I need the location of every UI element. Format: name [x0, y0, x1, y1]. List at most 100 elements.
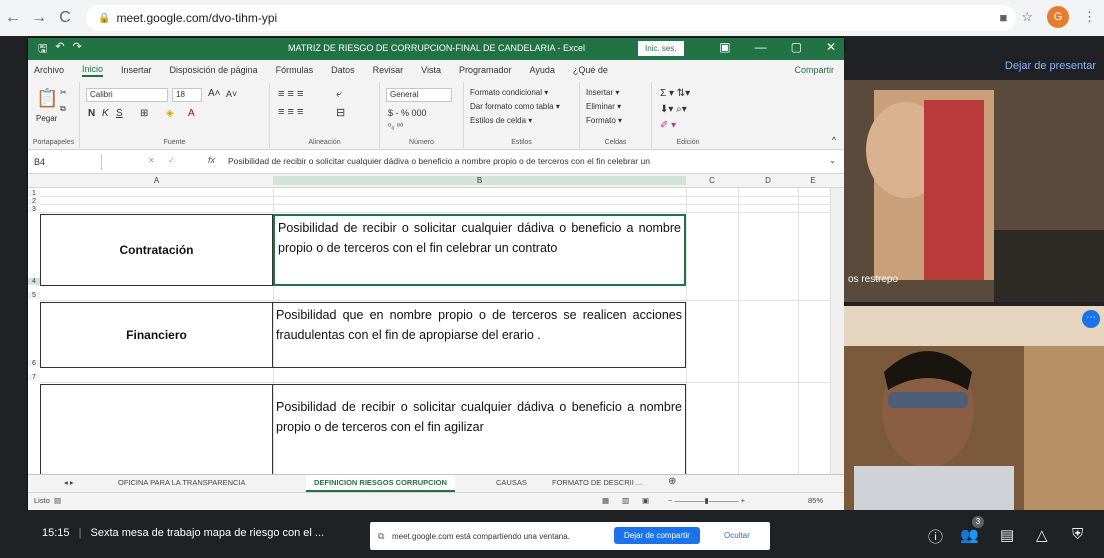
grow-font-icon[interactable]: A˄: [208, 88, 221, 99]
col-header-e[interactable]: E: [798, 176, 828, 185]
font-name-select[interactable]: Calibri: [86, 88, 168, 102]
align-left-icon[interactable]: ≡ ≡ ≡: [278, 106, 303, 118]
name-box[interactable]: B4: [32, 154, 102, 170]
font-size-select[interactable]: 18: [172, 88, 202, 102]
minimize-icon[interactable]: —: [755, 40, 767, 54]
row-header[interactable]: 7: [28, 374, 40, 381]
font-color-icon[interactable]: A: [188, 108, 195, 119]
enter-icon[interactable]: ✓: [168, 156, 175, 165]
page-break-icon[interactable]: ▣: [642, 496, 649, 505]
menu-icon[interactable]: ⋮: [1083, 9, 1096, 25]
delete-cells-button[interactable]: Eliminar ▾: [586, 102, 621, 111]
host-controls-icon[interactable]: ⛨: [1072, 526, 1083, 543]
tab-datos[interactable]: Datos: [331, 65, 355, 75]
back-icon[interactable]: ←: [0, 9, 26, 27]
tab-disposicion[interactable]: Disposición de página: [170, 65, 258, 75]
fx-icon[interactable]: fx: [208, 155, 215, 165]
row-header[interactable]: 2: [28, 198, 40, 205]
macro-record-icon[interactable]: ▤: [54, 496, 61, 505]
tab-formulas[interactable]: Fórmulas: [276, 65, 314, 75]
forward-icon[interactable]: →: [26, 9, 52, 27]
redo-icon[interactable]: ↷: [73, 40, 82, 59]
signin-button[interactable]: Inic. ses.: [638, 41, 684, 56]
underline-icon[interactable]: S: [116, 108, 123, 119]
sheet-tab-oficina[interactable]: OFICINA PARA LA TRANSPARENCIA: [118, 478, 246, 487]
tab-vista[interactable]: Vista: [421, 65, 441, 75]
maximize-icon[interactable]: ▢: [791, 40, 802, 54]
cell-styles-button[interactable]: Estilos de celda ▾: [470, 116, 532, 125]
cell-a4[interactable]: Contratación: [40, 214, 273, 286]
row-header[interactable]: 5: [28, 292, 40, 299]
currency-icon[interactable]: $ - % 000: [388, 108, 427, 118]
sheet-tab-formato[interactable]: FORMATO DE DESCRII ...: [552, 478, 642, 487]
address-bar[interactable]: 🔒 meet.google.com/dvo-tihm-ypi: [86, 5, 1016, 31]
zoom-slider[interactable]: − ————▮———— +: [668, 496, 745, 505]
cell-a8[interactable]: [40, 384, 273, 474]
cell-b8[interactable]: Posibilidad de recibir o solicitar cualq…: [273, 384, 686, 474]
people-icon[interactable]: 👥: [960, 526, 979, 544]
row-header[interactable]: 4: [28, 278, 40, 285]
fill-color-icon[interactable]: ◈: [166, 108, 174, 119]
sheet-tab-causas[interactable]: CAUSAS: [496, 478, 527, 487]
tell-me-search[interactable]: ¿Qué de: [573, 65, 608, 75]
camera-icon[interactable]: ■: [999, 10, 1007, 25]
borders-icon[interactable]: ⊞: [140, 108, 148, 119]
more-options-icon[interactable]: ⋯: [1082, 310, 1100, 328]
tab-inicio[interactable]: Inicio: [82, 64, 104, 77]
save-icon[interactable]: 🖫: [38, 40, 47, 59]
sheet-nav-icon[interactable]: ◂ ▸: [64, 478, 74, 487]
cell-a6[interactable]: Financiero: [40, 302, 273, 368]
col-header-d[interactable]: D: [738, 176, 798, 185]
page-layout-icon[interactable]: ▥: [622, 496, 629, 505]
cancel-icon[interactable]: ✕: [148, 156, 155, 165]
formula-content[interactable]: Posibilidad de recibir o solicitar cualq…: [228, 156, 828, 166]
chat-icon[interactable]: ▤: [1000, 526, 1014, 544]
worksheet-grid[interactable]: A B C D E 1 2 3 4 5 6 7 Contratación Pos…: [28, 174, 844, 474]
share-button[interactable]: Compartir: [794, 65, 834, 75]
expand-formula-icon[interactable]: ⌄: [829, 156, 836, 165]
info-icon[interactable]: ⓘ: [928, 526, 943, 547]
activities-icon[interactable]: △: [1036, 526, 1048, 544]
stop-sharing-button[interactable]: Dejar de compartir: [614, 527, 700, 544]
meeting-details[interactable]: 15:15 | Sexta mesa de trabajo mapa de ri…: [42, 527, 324, 539]
shrink-font-icon[interactable]: A˅: [226, 89, 237, 99]
col-header-b[interactable]: B: [273, 176, 686, 185]
cell-b4[interactable]: Posibilidad de recibir o solicitar cualq…: [273, 214, 686, 286]
undo-icon[interactable]: ↶: [55, 40, 64, 59]
conditional-format-button[interactable]: Formato condicional ▾: [470, 88, 548, 97]
zoom-level[interactable]: 85%: [808, 496, 823, 505]
row-header[interactable]: 6: [28, 360, 40, 367]
clear-icon[interactable]: ✐ ▾: [660, 120, 676, 131]
table-format-button[interactable]: Dar formato como tabla ▾: [470, 102, 560, 111]
cut-icon[interactable]: ✂: [60, 88, 67, 97]
merge-icon[interactable]: ⊟: [336, 106, 345, 119]
tab-programador[interactable]: Programador: [459, 65, 512, 75]
hide-button[interactable]: Ocultar: [724, 531, 750, 540]
row-header[interactable]: 1: [28, 190, 40, 197]
number-format-select[interactable]: General: [386, 88, 452, 102]
decimal-icon[interactable]: ⁰₀ ⁰⁰: [388, 122, 403, 131]
star-icon[interactable]: ☆: [1021, 9, 1033, 25]
wrap-text-icon[interactable]: ⤶: [336, 88, 342, 101]
ribbon-display-icon[interactable]: ▣: [719, 40, 730, 54]
cell-b6[interactable]: Posibilidad que en nombre propio o de te…: [273, 302, 686, 368]
align-top-icon[interactable]: ≡ ≡ ≡: [278, 88, 303, 100]
sheet-tab-definicion[interactable]: DEFINICION RIESGOS CORRUPCION: [306, 475, 455, 492]
italic-icon[interactable]: K: [102, 108, 109, 119]
tab-revisar[interactable]: Revisar: [373, 65, 404, 75]
profile-avatar[interactable]: G: [1047, 6, 1069, 28]
insert-cells-button[interactable]: Insertar ▾: [586, 88, 619, 97]
tab-archivo[interactable]: Archivo: [34, 65, 64, 75]
close-icon[interactable]: ✕: [826, 40, 836, 54]
paste-icon[interactable]: 📋: [36, 88, 58, 109]
copy-icon[interactable]: ⧉: [60, 104, 66, 114]
autosum-icon[interactable]: Σ ▾ ⇅▾: [660, 88, 690, 99]
tab-ayuda[interactable]: Ayuda: [530, 65, 555, 75]
normal-view-icon[interactable]: ▦: [602, 496, 609, 505]
tab-insertar[interactable]: Insertar: [121, 65, 152, 75]
add-sheet-icon[interactable]: ⊕: [668, 476, 676, 487]
participant-tile[interactable]: os restrepo: [844, 80, 1104, 302]
bold-icon[interactable]: N: [88, 108, 95, 119]
fill-icon[interactable]: ⬇▾ ⌕▾: [660, 104, 687, 115]
format-cells-button[interactable]: Formato ▾: [586, 116, 622, 125]
